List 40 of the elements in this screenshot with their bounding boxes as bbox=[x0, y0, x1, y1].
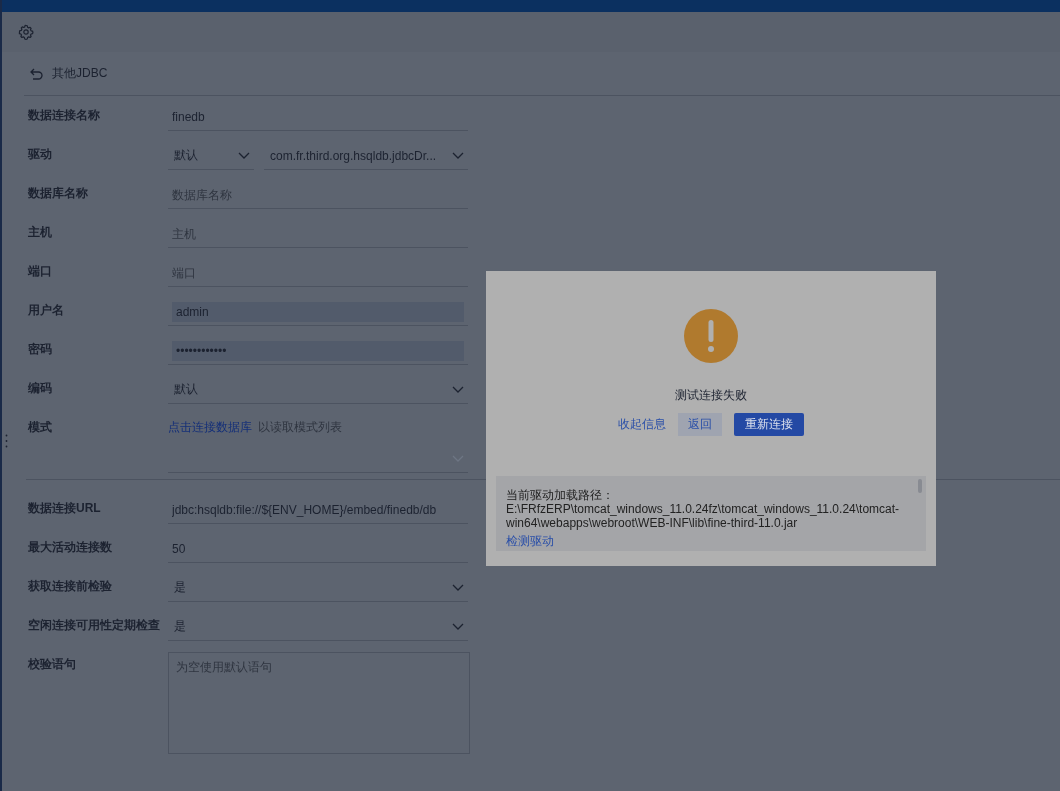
dialog-title: 测试连接失败 bbox=[675, 387, 747, 404]
dropdown[interactable]: 是 bbox=[168, 574, 468, 602]
dropdown[interactable]: 默认 bbox=[168, 376, 468, 404]
field-label: 空闲连接可用性定期检查 bbox=[28, 617, 161, 634]
field-label: 密码 bbox=[28, 341, 53, 358]
field-label: 获取连接前检验 bbox=[28, 578, 113, 595]
chevron-down-icon bbox=[452, 385, 464, 394]
chevron-down-icon bbox=[452, 151, 464, 160]
text-field[interactable]: jdbc:hsqldb:file://${ENV_HOME}/embed/finedb/db bbox=[168, 496, 468, 524]
settings-icon[interactable] bbox=[18, 24, 34, 40]
dropdown[interactable]: com.fr.third.org.hsqldb.jdbcDr... bbox=[264, 142, 468, 170]
text-field[interactable]: admin bbox=[172, 301, 464, 322]
field-label: 驱动 bbox=[28, 146, 53, 163]
dropdown[interactable]: 默认 bbox=[168, 142, 254, 170]
field-label: 数据连接URL bbox=[28, 500, 102, 517]
field-label: 编码 bbox=[28, 380, 53, 397]
field-label: 最大活动连接数 bbox=[28, 539, 113, 556]
field-label: 端口 bbox=[28, 263, 53, 280]
chevron-down-icon bbox=[452, 583, 464, 592]
undo-arrow-icon bbox=[30, 67, 44, 80]
detect-driver-link[interactable]: 检测驱动 bbox=[506, 533, 554, 550]
field-label: 主机 bbox=[28, 224, 53, 241]
reconnect-button[interactable]: 重新连接 bbox=[734, 413, 804, 436]
text-field[interactable]: 50 bbox=[168, 535, 468, 563]
text-field[interactable]: •••••••••••• bbox=[172, 340, 464, 361]
back-button[interactable]: 返回 bbox=[678, 413, 722, 436]
text-field[interactable]: finedb bbox=[168, 103, 468, 131]
chevron-down-icon bbox=[238, 151, 250, 160]
field-label: 用户名 bbox=[28, 302, 65, 319]
chevron-down-icon bbox=[452, 622, 464, 631]
field-label: 校验语句 bbox=[28, 656, 77, 673]
field-label: 模式 bbox=[28, 419, 53, 436]
back-button[interactable]: 其他JDBC bbox=[24, 65, 108, 82]
driver-path-text: 当前驱动加载路径： E:\FRfzERP\tomcat_windows_11.0.24fz\tomcat_windows_11.0.24\tomcat-win64\webapps\webroot\WEB-INF\lib\fine-third-11.0.jar bbox=[506, 488, 901, 530]
dropdown[interactable]: 是 bbox=[168, 613, 468, 641]
field-label: 数据库名称 bbox=[28, 185, 89, 202]
warning-icon bbox=[684, 309, 738, 363]
connect-link[interactable]: 点击连接数据库 bbox=[168, 415, 252, 439]
field-label: 数据连接名称 bbox=[28, 107, 101, 124]
collapse-link[interactable]: 收起信息 bbox=[618, 416, 666, 433]
